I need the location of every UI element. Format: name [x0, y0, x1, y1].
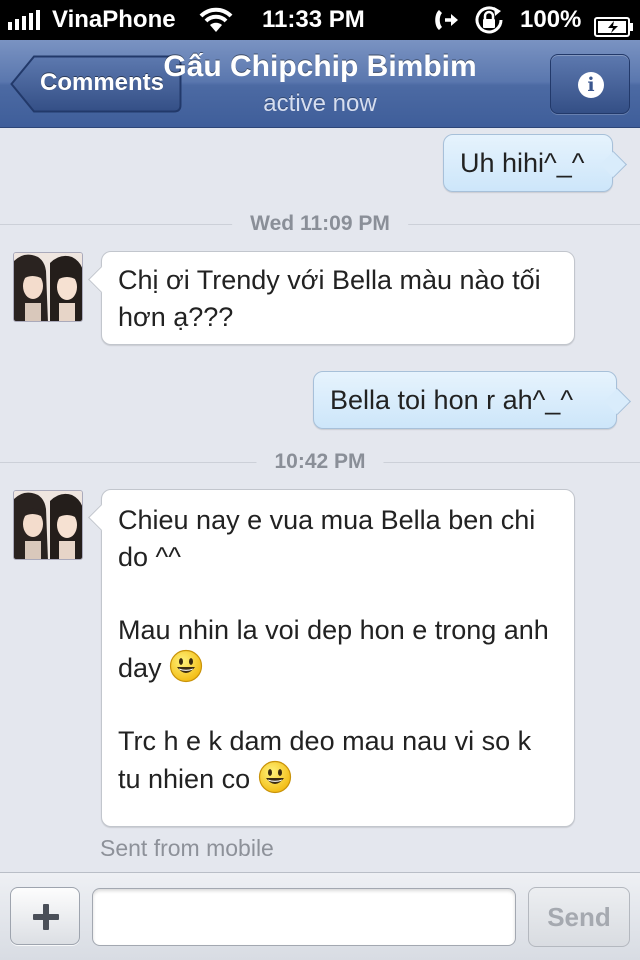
avatar[interactable]: [13, 490, 83, 560]
nav-bar: Comments Gấu Chipchip Bimbim active now …: [0, 40, 640, 128]
timestamp-divider: 10:42 PM: [0, 447, 640, 477]
info-button[interactable]: i: [550, 54, 630, 114]
info-icon: i: [578, 72, 604, 98]
clock: 11:33 PM: [262, 6, 365, 33]
avatar-photo: [14, 253, 82, 321]
call-forwarding-icon: [430, 5, 460, 35]
outgoing-message[interactable]: Uh hihi^_^: [443, 134, 613, 192]
outgoing-message[interactable]: Bella toi hon r ah^_^: [313, 371, 617, 429]
message-text: Chieu nay e vua mua Bella ben chi do ^^: [118, 505, 536, 572]
message-composer: Send: [0, 872, 640, 960]
presence-status-text: active now: [263, 90, 377, 117]
timestamp-divider: Wed 11:09 PM: [0, 209, 640, 239]
carrier-name: VinaPhone: [52, 6, 176, 33]
incoming-message[interactable]: Chieu nay e vua mua Bella ben chi do ^^ …: [101, 489, 575, 827]
message-text: Bella toi hon r ah^_^: [330, 385, 573, 415]
message-paragraph: Chieu nay e vua mua Bella ben chi do ^^: [118, 502, 558, 576]
battery-percent: 100%: [520, 6, 582, 33]
wifi-icon: [198, 6, 234, 34]
incoming-message[interactable]: Chị ơi Trendy với Bella màu nào tối hơn …: [101, 251, 575, 345]
message-text: Chị ơi Trendy với Bella màu nào tối hơn …: [118, 265, 541, 332]
status-bar: VinaPhone 11:33 PM 100%: [0, 0, 640, 40]
timestamp: 10:42 PM: [256, 447, 384, 477]
smiley-emoji: [258, 760, 291, 794]
message-paragraph: Mau nhin la voi dep hon e trong anh day: [118, 612, 558, 687]
message-list[interactable]: Uh hihi^_^ Wed 11:09 PM Chị ơi Trendy vớ…: [0, 129, 640, 872]
presence-status: active now: [160, 90, 572, 118]
avatar-photo: [14, 491, 82, 559]
message-text: Trc h e k dam deo mau nau vi so k tu nhi…: [118, 726, 532, 794]
attach-button[interactable]: [10, 887, 80, 945]
avatar[interactable]: [13, 252, 83, 322]
message-text: Uh hihi^_^: [460, 148, 585, 178]
rotation-lock-icon: [472, 5, 506, 35]
sent-from-mobile-note: Sent from mobile: [100, 835, 274, 861]
message-paragraph: Trc h e k dam deo mau nau vi so k tu nhi…: [118, 723, 558, 798]
plus-icon: [33, 904, 59, 930]
signal-icon: [8, 10, 40, 30]
smiley-emoji: [169, 649, 203, 683]
conversation-title: Gấu Chipchip Bimbim: [163, 50, 477, 83]
battery-icon: [594, 10, 634, 37]
send-button[interactable]: Send: [528, 887, 630, 947]
timestamp: Wed 11:09 PM: [232, 209, 408, 239]
message-input[interactable]: [92, 888, 516, 946]
